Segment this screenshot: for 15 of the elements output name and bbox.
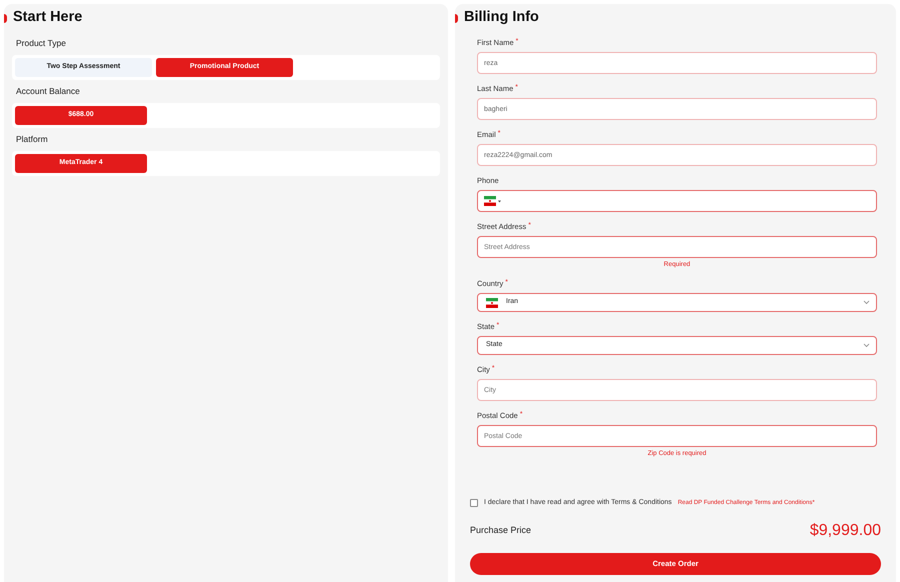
- checkbox[interactable]: [470, 499, 478, 508]
- group-label: Platform: [16, 133, 49, 146]
- phone-field[interactable]: [477, 190, 877, 212]
- section-marker: [455, 14, 458, 22]
- price-value: $9,999.00: [810, 520, 881, 540]
- flag-icon: [484, 196, 496, 206]
- section-title: Start Here: [13, 8, 82, 28]
- section-title: Billing Info: [464, 8, 539, 28]
- chevron-down-icon: [863, 300, 870, 305]
- section-marker: [4, 14, 7, 22]
- price-label: Purchase Price: [470, 524, 532, 537]
- caret-icon: [498, 200, 501, 202]
- group-label: Account Balance: [16, 85, 81, 98]
- chevron-down-icon: [863, 343, 870, 348]
- group-label: Product Type: [16, 37, 67, 50]
